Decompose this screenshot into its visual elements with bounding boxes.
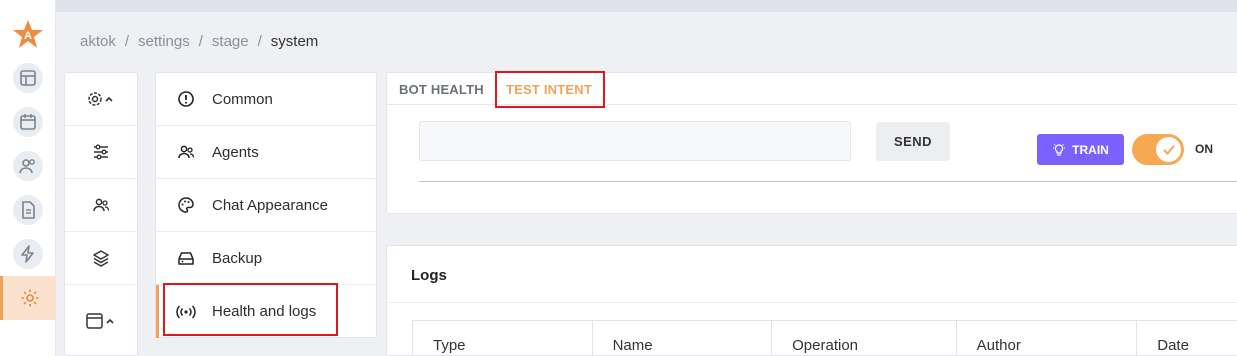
- subnav-item-agents[interactable]: [65, 179, 137, 232]
- layers-icon: [93, 250, 109, 267]
- divider: [387, 302, 1237, 303]
- svg-text:A: A: [24, 30, 32, 42]
- breadcrumb-item[interactable]: stage: [212, 33, 249, 50]
- menu-item-label: Health and logs: [212, 303, 317, 320]
- column-header-date[interactable]: Date: [1137, 321, 1237, 356]
- rail-item-settings[interactable]: [0, 276, 56, 320]
- breadcrumb-item[interactable]: settings: [138, 33, 190, 50]
- rail-item-users[interactable]: [0, 144, 56, 188]
- breadcrumb: aktok / settings / stage / system: [80, 33, 319, 50]
- menu-item-label: Chat Appearance: [212, 196, 328, 214]
- input-underline: [419, 181, 1237, 182]
- column-header-type[interactable]: Type: [413, 321, 593, 356]
- logs-panel: Logs Type Name Operation Author Date: [386, 245, 1237, 356]
- menu-item-health-and-logs[interactable]: Health and logs: [156, 285, 376, 338]
- left-rail: A: [0, 0, 56, 356]
- column-header-operation[interactable]: Operation: [772, 321, 957, 356]
- toggle-label: ON: [1195, 142, 1213, 156]
- breadcrumb-item[interactable]: aktok: [80, 33, 116, 50]
- column-header-author[interactable]: Author: [957, 321, 1138, 356]
- tab-bot-health[interactable]: BOT HEALTH: [399, 82, 484, 97]
- menu-item-agents[interactable]: Agents: [156, 126, 376, 179]
- drive-icon: [178, 252, 194, 265]
- rail-item-calendar[interactable]: [0, 100, 56, 144]
- check-icon: [1163, 145, 1174, 154]
- gear-icon: [21, 289, 38, 307]
- window-chevron-icon: [86, 312, 114, 329]
- column-header-name[interactable]: Name: [593, 321, 773, 356]
- tab-bar: BOT HEALTH TEST INTENT: [387, 73, 1237, 105]
- tab-test-intent[interactable]: TEST INTENT: [506, 82, 592, 97]
- train-button[interactable]: TRAIN: [1037, 134, 1124, 165]
- subnav-item-layers[interactable]: [65, 232, 137, 285]
- users-icon: [19, 159, 35, 174]
- settings-icon-nav: [64, 72, 138, 356]
- subnav-item-window[interactable]: [65, 294, 137, 347]
- train-label: TRAIN: [1072, 142, 1109, 157]
- train-toggle[interactable]: [1132, 134, 1184, 165]
- menu-item-common[interactable]: Common: [156, 73, 376, 126]
- toggle-knob: [1156, 137, 1181, 162]
- send-button[interactable]: SEND: [876, 122, 950, 161]
- menu-item-label: Common: [212, 90, 273, 108]
- subnav-item-preferences[interactable]: [65, 126, 137, 179]
- menu-item-chat-appearance[interactable]: Chat Appearance: [156, 179, 376, 232]
- calendar-icon: [20, 114, 36, 130]
- palette-icon: [178, 197, 194, 213]
- layout-icon: [20, 70, 36, 86]
- broadcast-icon: [176, 304, 196, 319]
- rail-item-layout[interactable]: [0, 56, 56, 100]
- test-intent-panel: BOT HEALTH TEST INTENT SEND TRAIN ON: [386, 72, 1237, 214]
- menu-item-label: Backup: [212, 249, 263, 267]
- settings-menu: Common Agents Chat Appearance Backup Hea…: [155, 72, 377, 338]
- intent-input[interactable]: [419, 121, 851, 161]
- rail-item-automation[interactable]: [0, 232, 56, 276]
- menu-item-backup[interactable]: Backup: [156, 232, 376, 285]
- bulb-icon: [1053, 143, 1066, 156]
- bolt-icon: [21, 245, 34, 263]
- logo-star-icon: A: [13, 20, 43, 48]
- logs-table-header: Type Name Operation Author Date: [412, 320, 1237, 356]
- breadcrumb-current: system: [270, 33, 319, 50]
- rail-item-documents[interactable]: [0, 188, 56, 232]
- top-bar: [56, 0, 1237, 12]
- sliders-icon: [94, 144, 108, 160]
- menu-item-label: Agents: [212, 143, 259, 161]
- info-icon: [178, 91, 194, 107]
- gear-chevron-icon: [88, 92, 113, 106]
- people-icon: [178, 145, 195, 159]
- agents-icon: [93, 198, 110, 212]
- logo[interactable]: A: [0, 12, 56, 56]
- subnav-item-settings[interactable]: [65, 73, 137, 126]
- document-icon: [22, 201, 35, 219]
- logs-title: Logs: [411, 267, 447, 284]
